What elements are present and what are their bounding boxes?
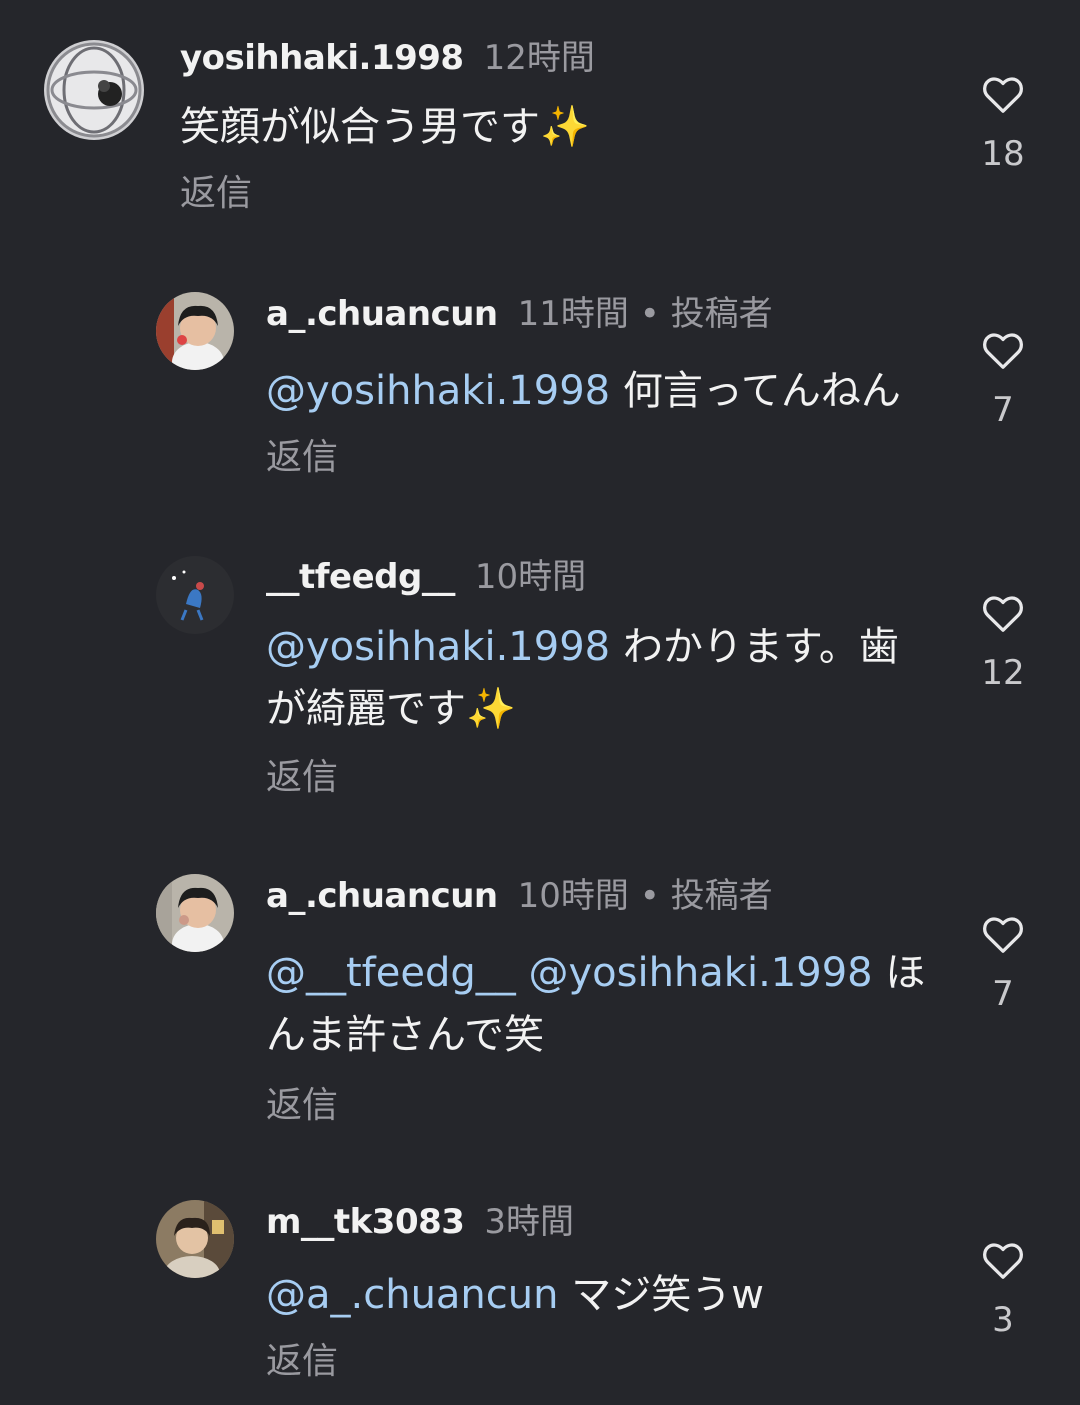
avatar[interactable] (156, 874, 234, 952)
mention-link[interactable]: @yosihhaki.1998 (266, 624, 610, 670)
comment-text: @a_.chuancun マジ笑うw (266, 1272, 764, 1318)
like-count: 7 (992, 390, 1014, 430)
heart-outline-icon (983, 917, 1023, 953)
like-count: 7 (992, 974, 1014, 1014)
username[interactable]: a_.chuancun (266, 294, 498, 334)
comment-text: @__tfeedg__ @yosihhaki.1998 ほんま許さんで笑 (266, 950, 926, 1058)
like-count: 18 (981, 134, 1025, 174)
reply-button[interactable]: 返信 (266, 1084, 338, 1128)
timestamp: 3時間 (484, 1202, 575, 1242)
like-button[interactable]: 18 (968, 74, 1038, 174)
mention-link[interactable]: @yosihhaki.1998 (528, 950, 872, 996)
avatar[interactable] (44, 40, 144, 140)
like-count: 3 (992, 1300, 1014, 1340)
reply-button[interactable]: 返信 (266, 756, 338, 800)
avatar[interactable] (156, 1200, 234, 1278)
like-button[interactable]: 12 (968, 593, 1038, 693)
like-count: 12 (981, 653, 1025, 693)
username[interactable]: __tfeedg__ (266, 557, 455, 597)
reply-button[interactable]: 返信 (266, 436, 338, 480)
heart-outline-icon (983, 77, 1023, 113)
reply-button[interactable]: 返信 (266, 1340, 338, 1384)
like-button[interactable]: 3 (968, 1240, 1038, 1340)
mention-link[interactable]: @a_.chuancun (266, 1272, 558, 1318)
like-button[interactable]: 7 (968, 330, 1038, 430)
comment-text: @yosihhaki.1998 わかります。歯が綺麗です✨ (266, 624, 899, 732)
timestamp: 10時間 • 投稿者 (517, 876, 773, 916)
heart-outline-icon (983, 333, 1023, 369)
timestamp: 10時間 (474, 557, 587, 597)
avatar[interactable] (156, 292, 234, 370)
reply-button[interactable]: 返信 (180, 172, 252, 216)
username[interactable]: a_.chuancun (266, 876, 498, 916)
like-button[interactable]: 7 (968, 914, 1038, 1014)
mention-link[interactable]: @__tfeedg__ (266, 950, 516, 996)
comment-text: 笑顔が似合う男です✨ (180, 104, 590, 150)
heart-outline-icon (983, 1243, 1023, 1279)
comment-text: @yosihhaki.1998 何言ってんねん (266, 368, 901, 414)
heart-outline-icon (983, 596, 1023, 632)
mention-link[interactable]: @yosihhaki.1998 (266, 368, 610, 414)
avatar[interactable] (156, 556, 234, 634)
username[interactable]: yosihhaki.1998 (180, 38, 464, 78)
timestamp: 11時間 • 投稿者 (517, 294, 773, 334)
timestamp: 12時間 (483, 38, 595, 78)
username[interactable]: m__tk3083 (266, 1202, 465, 1242)
